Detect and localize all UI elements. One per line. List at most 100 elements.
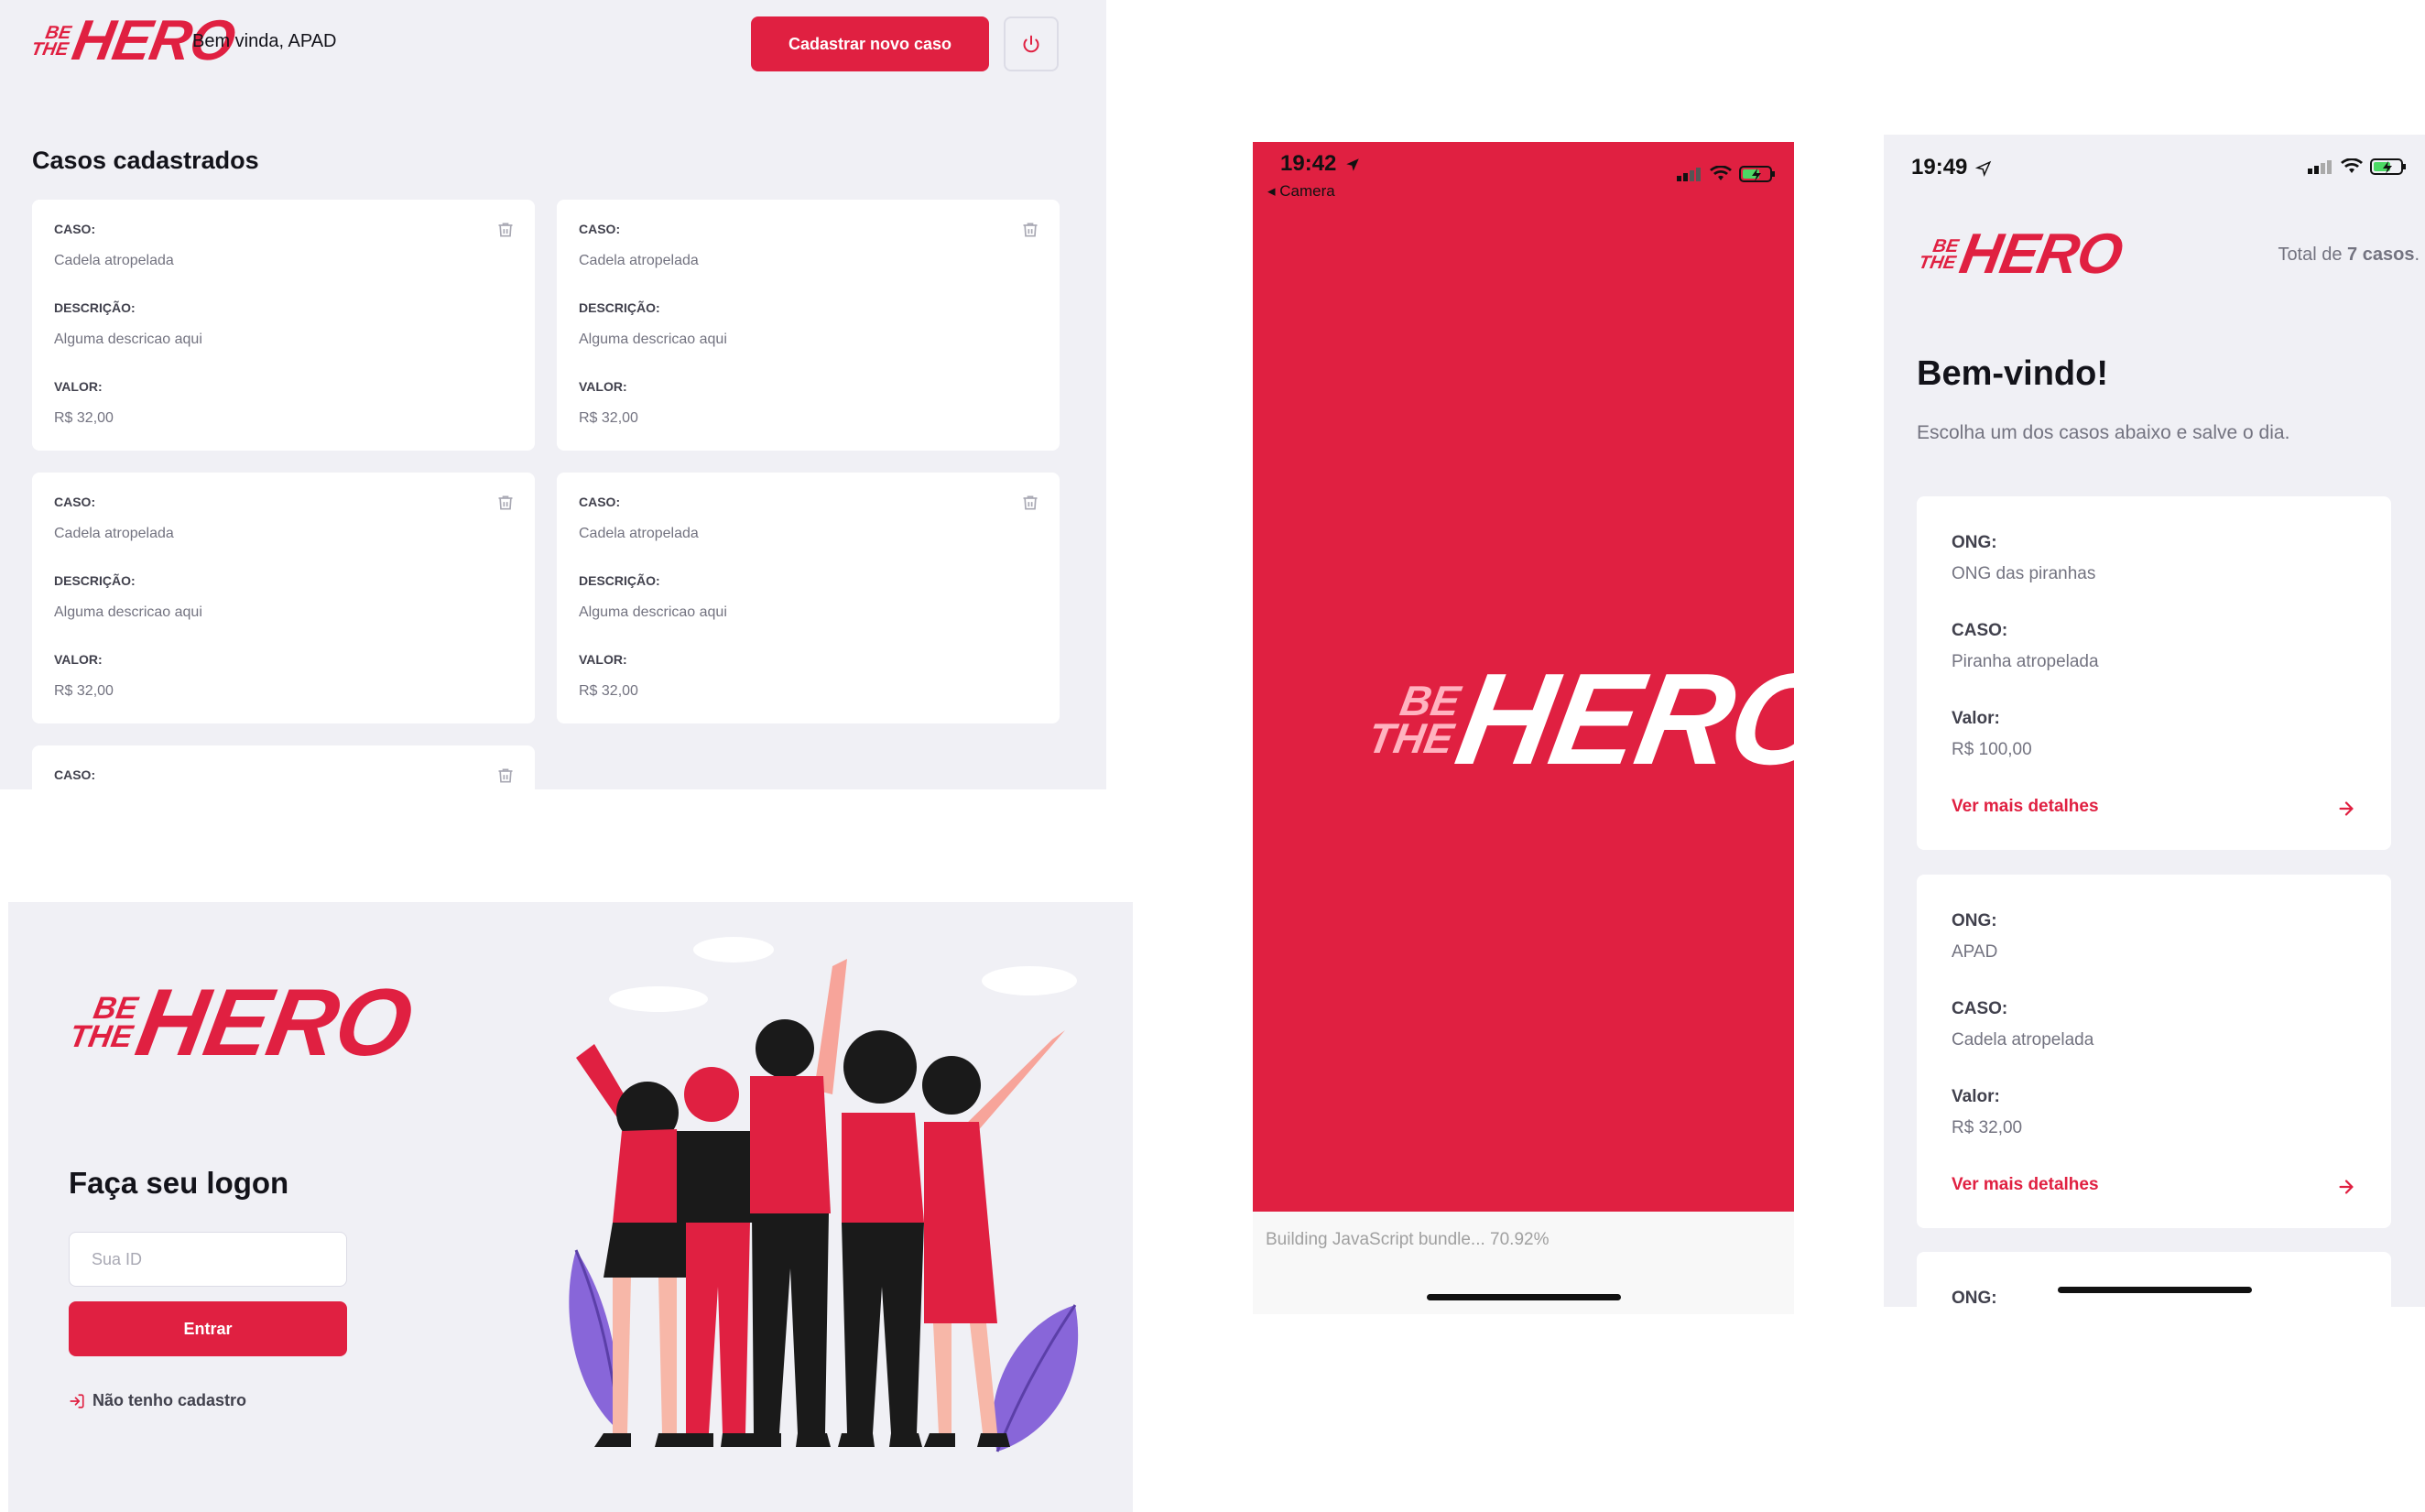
case-label: CASO: bbox=[579, 495, 621, 509]
welcome-text: Bem vinda, APAD bbox=[192, 31, 337, 51]
case-label: CASO: bbox=[54, 495, 96, 509]
location-arrow-icon bbox=[1346, 158, 1359, 171]
incident-card: ONG: ONG das piranhas CASO: Piranha atro… bbox=[1917, 496, 2391, 850]
case-card: CASO: Cadela atropelada DESCRIÇÃO: Algum… bbox=[557, 200, 1060, 451]
logon-page: BE THE HERO Faça seu logon Entrar Não te… bbox=[8, 902, 1133, 1512]
status-icons bbox=[1677, 166, 1776, 182]
value-value: R$ 32,00 bbox=[54, 683, 114, 699]
case-card: CASO: bbox=[32, 745, 535, 789]
total-count: 7 casos bbox=[2347, 245, 2415, 265]
logout-button[interactable] bbox=[1004, 16, 1059, 71]
description-value: Alguma descricao aqui bbox=[579, 604, 727, 620]
logo-hero: HERO bbox=[1447, 647, 1794, 792]
welcome-title: Bem-vindo! bbox=[1917, 354, 2108, 393]
log-in-icon bbox=[70, 1393, 84, 1409]
back-to-camera[interactable]: ◂ Camera bbox=[1267, 182, 1335, 201]
mobile-incidents-screen: 19:49 BE THE HERO Total de 7 casos. Bem-… bbox=[1884, 135, 2425, 1307]
welcome-subtitle: Escolha um dos casos abaixo e salve o di… bbox=[1917, 422, 2290, 443]
value-label: VALOR: bbox=[54, 652, 103, 667]
case-label: CASO: bbox=[54, 222, 96, 236]
details-link[interactable]: Ver mais detalhes bbox=[1952, 1175, 2099, 1195]
description-label: DESCRIÇÃO: bbox=[579, 300, 660, 315]
case-label: CASO: bbox=[1952, 999, 2008, 1018]
value-label: Valor: bbox=[1952, 1087, 2000, 1106]
location-arrow-icon bbox=[1975, 160, 1992, 177]
arrow-right-icon[interactable] bbox=[2336, 1177, 2356, 1197]
details-link[interactable]: Ver mais detalhes bbox=[1952, 797, 2099, 817]
value-value: R$ 32,00 bbox=[1952, 1118, 2023, 1137]
home-indicator[interactable] bbox=[2058, 1287, 2252, 1293]
value-label: VALOR: bbox=[579, 652, 627, 667]
trash-icon[interactable] bbox=[1021, 493, 1039, 513]
ong-value: ONG das piranhas bbox=[1952, 564, 2096, 583]
login-button[interactable]: Entrar bbox=[69, 1301, 347, 1356]
logo-the: THE bbox=[1364, 714, 1458, 762]
battery-charging-icon bbox=[1739, 166, 1775, 182]
case-value: Piranha atropelada bbox=[1952, 652, 2099, 671]
description-label: DESCRIÇÃO: bbox=[54, 573, 136, 588]
trash-icon[interactable] bbox=[496, 766, 515, 786]
trash-icon[interactable] bbox=[496, 220, 515, 240]
new-case-button[interactable]: Cadastrar novo caso bbox=[751, 16, 989, 71]
mobile-loading-screen: 19:42 ◂ Camera BE THE HERO Building Java… bbox=[1253, 142, 1794, 1314]
total-cases-text: Total de 7 casos. bbox=[2278, 245, 2420, 265]
value-value: R$ 32,00 bbox=[579, 410, 638, 426]
trash-icon[interactable] bbox=[1021, 220, 1039, 240]
wifi-icon bbox=[2341, 158, 2363, 173]
logon-title: Faça seu logon bbox=[69, 1166, 289, 1200]
arrow-right-icon[interactable] bbox=[2336, 799, 2356, 819]
logo-the: THE bbox=[1917, 253, 1958, 273]
logo-the: THE bbox=[67, 1019, 136, 1054]
value-label: VALOR: bbox=[579, 379, 627, 394]
case-value: Cadela atropelada bbox=[579, 526, 699, 541]
be-the-hero-logo: BE THE HERO bbox=[1916, 223, 2127, 286]
incident-card: ONG: APAD CASO: Cadela atropelada Valor:… bbox=[1917, 875, 2391, 1228]
case-value: Cadela atropelada bbox=[1952, 1030, 2094, 1050]
value-label: VALOR: bbox=[54, 379, 103, 394]
register-link[interactable]: Não tenho cadastro bbox=[69, 1391, 246, 1410]
ong-label: ONG: bbox=[1952, 533, 1997, 552]
battery-charging-icon bbox=[2370, 158, 2406, 175]
trash-icon[interactable] bbox=[496, 493, 515, 513]
value-value: R$ 32,00 bbox=[54, 410, 114, 426]
be-the-hero-logo: BE THE HERO bbox=[1360, 647, 1794, 792]
signal-icon bbox=[2308, 160, 2332, 174]
signal-icon bbox=[1677, 168, 1701, 181]
logo-hero: HERO bbox=[128, 970, 419, 1076]
case-value: Cadela atropelada bbox=[54, 526, 174, 541]
status-icons bbox=[2308, 158, 2407, 175]
description-value: Alguma descricao aqui bbox=[54, 604, 202, 620]
description-label: DESCRIÇÃO: bbox=[54, 300, 136, 315]
case-value: Cadela atropelada bbox=[579, 253, 699, 268]
logo-the: THE bbox=[29, 39, 71, 60]
value-value: R$ 100,00 bbox=[1952, 740, 2032, 759]
be-the-hero-logo: BE THE HERO bbox=[64, 970, 419, 1076]
status-time: 19:49 bbox=[1911, 155, 1968, 179]
value-label: Valor: bbox=[1952, 709, 2000, 728]
value-value: R$ 32,00 bbox=[579, 683, 638, 699]
page-title: Casos cadastrados bbox=[32, 147, 259, 174]
ong-label: ONG: bbox=[1952, 911, 1997, 930]
case-card: CASO: Cadela atropelada DESCRIÇÃO: Algum… bbox=[557, 473, 1060, 723]
case-label: CASO: bbox=[1952, 621, 2008, 640]
incident-card: ONG: bbox=[1917, 1252, 2391, 1307]
case-card: CASO: Cadela atropelada DESCRIÇÃO: Algum… bbox=[32, 473, 535, 723]
ong-label: ONG: bbox=[1952, 1289, 1997, 1307]
case-label: CASO: bbox=[54, 767, 96, 782]
status-time: 19:42 bbox=[1280, 151, 1337, 176]
id-input[interactable] bbox=[69, 1232, 347, 1287]
wifi-icon bbox=[1710, 166, 1732, 180]
logo-hero: HERO bbox=[1955, 223, 2127, 286]
power-icon bbox=[1023, 35, 1039, 53]
case-card: CASO: Cadela atropelada DESCRIÇÃO: Algum… bbox=[32, 200, 535, 451]
bundle-progress-text: Building JavaScript bundle... 70.92% bbox=[1266, 1230, 1550, 1249]
register-link-text: Não tenho cadastro bbox=[92, 1391, 247, 1409]
case-value: Cadela atropelada bbox=[54, 253, 174, 268]
ong-value: APAD bbox=[1952, 942, 1998, 962]
description-value: Alguma descricao aqui bbox=[54, 332, 202, 347]
heroes-illustration bbox=[569, 937, 1079, 1452]
description-value: Alguma descricao aqui bbox=[579, 332, 727, 347]
case-label: CASO: bbox=[579, 222, 621, 236]
profile-page: BE THE HERO Bem vinda, APAD Cadastrar no… bbox=[0, 0, 1106, 789]
home-indicator[interactable] bbox=[1427, 1294, 1621, 1300]
